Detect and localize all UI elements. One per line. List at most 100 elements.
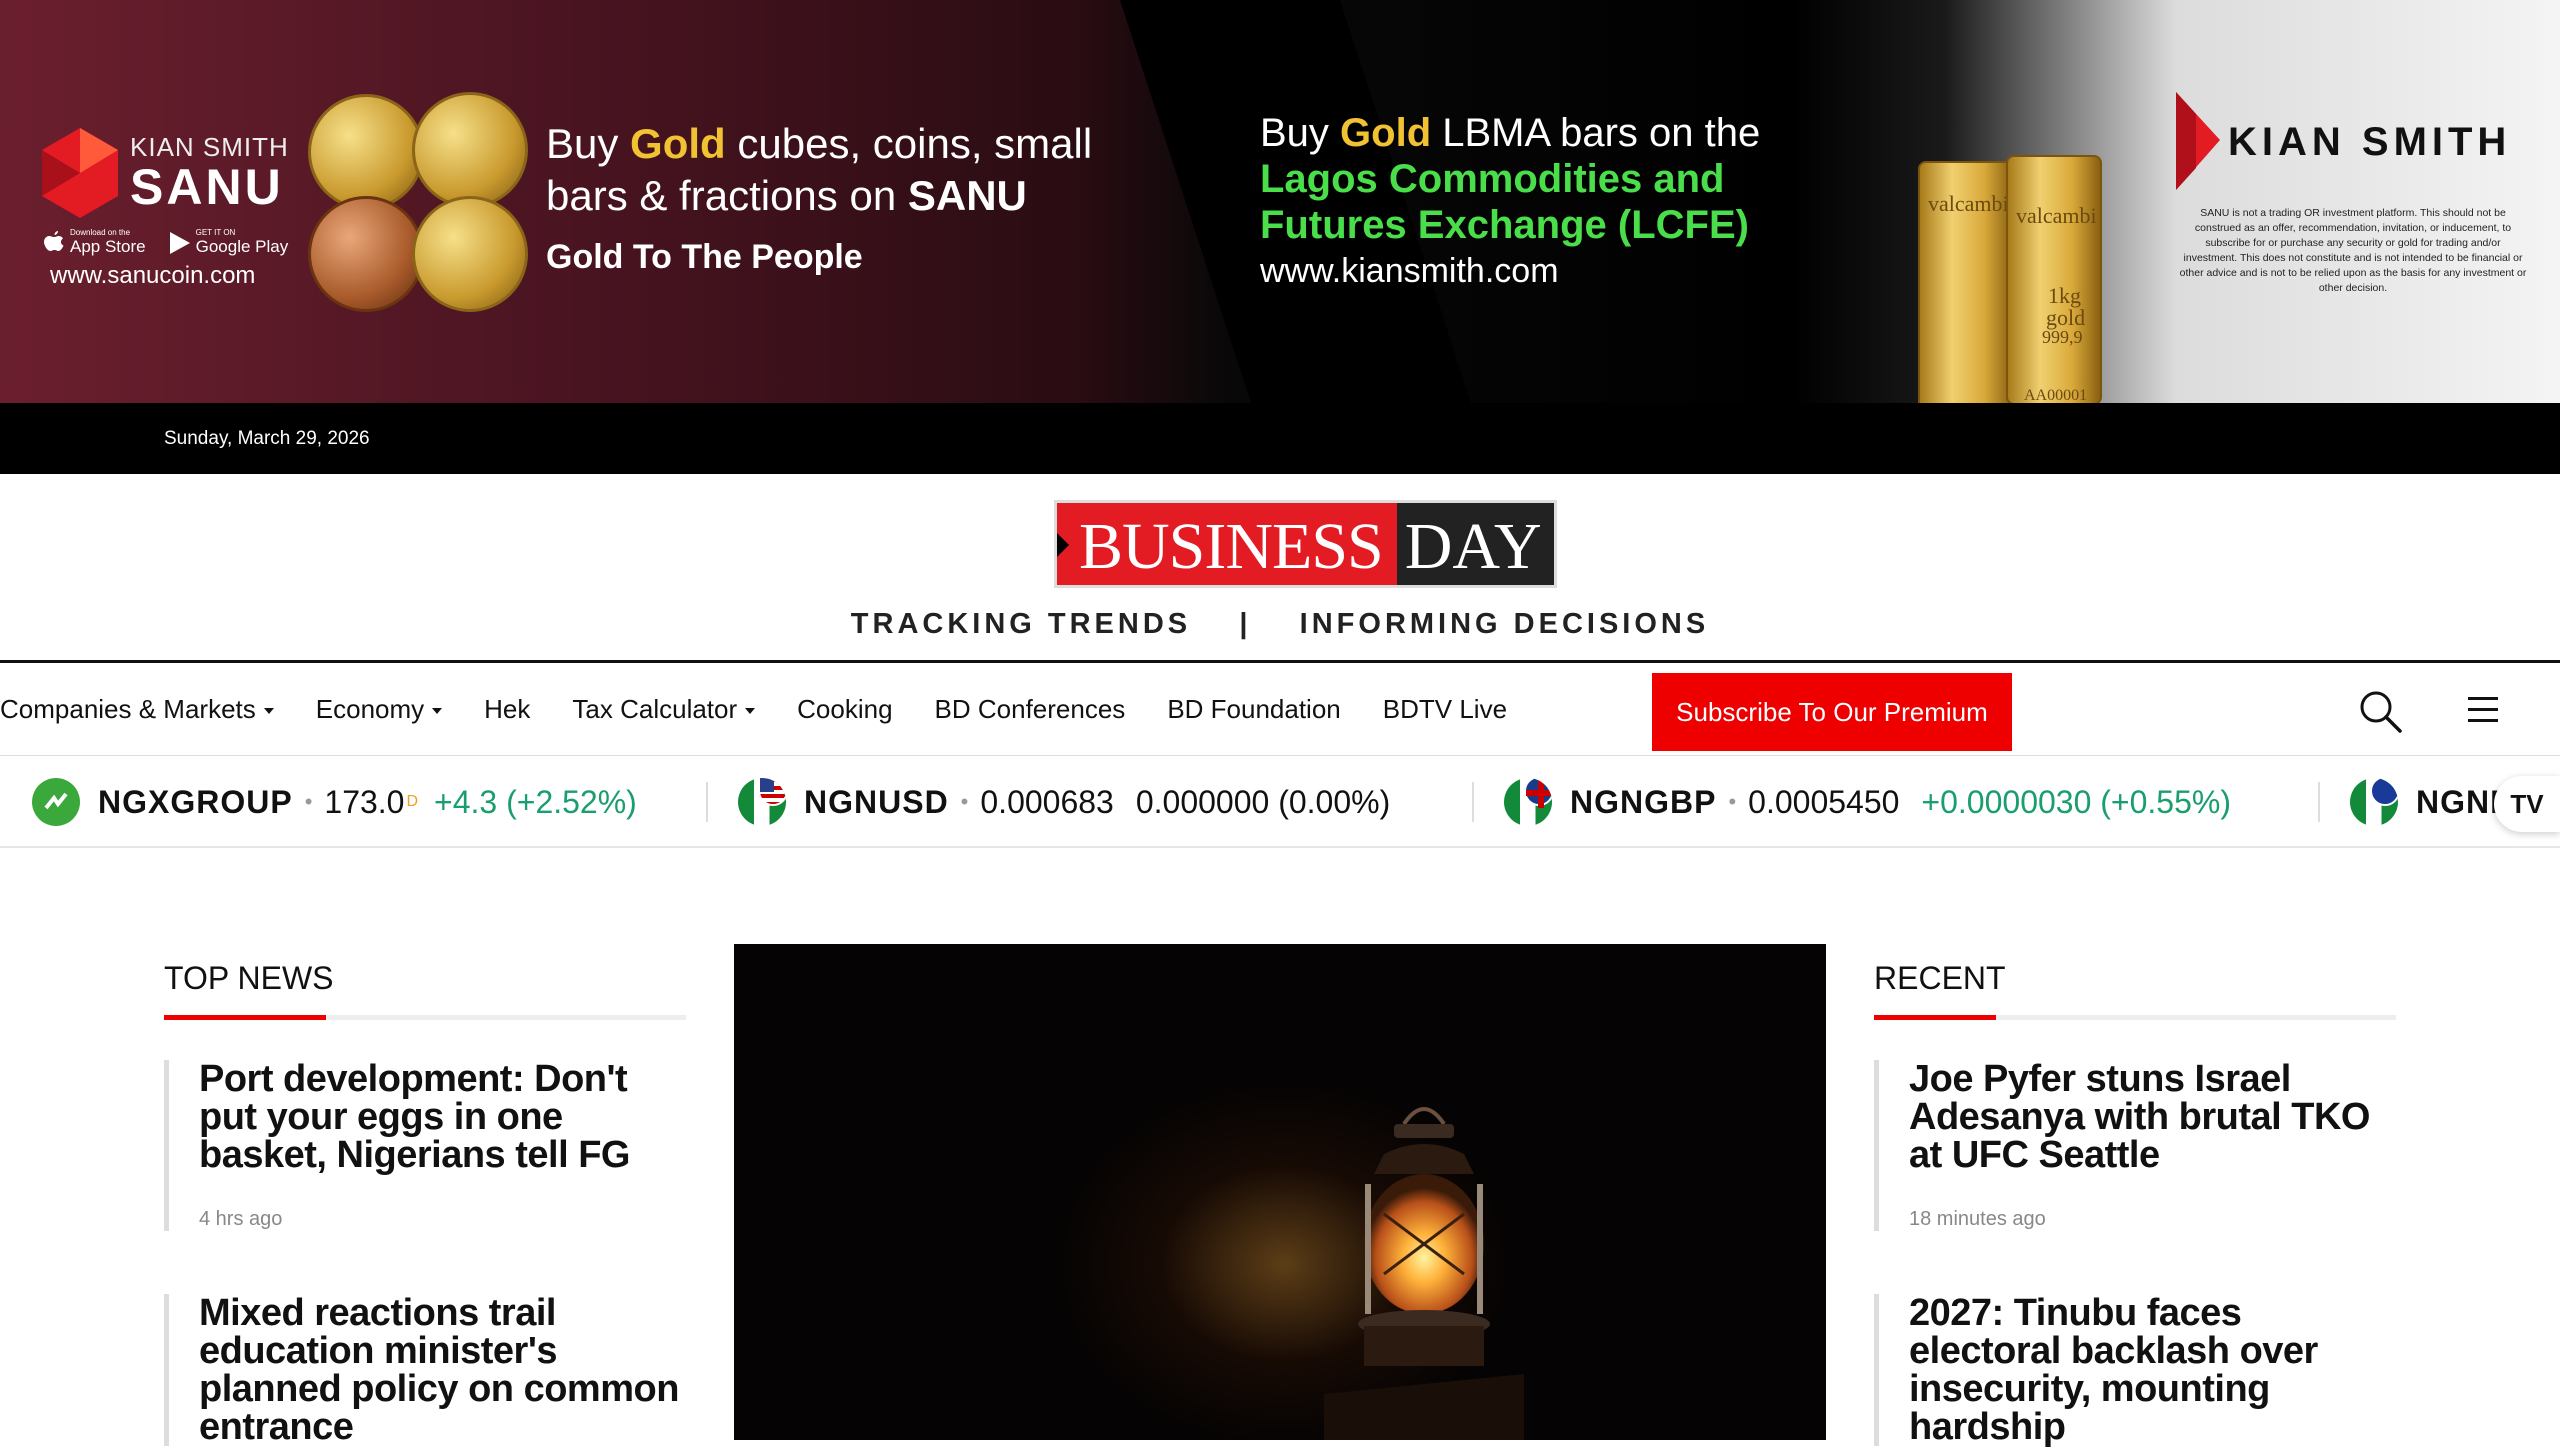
ticker-symbol: NGNGBP [1570, 783, 1717, 820]
ticker-change: +0.0000030 (+0.55%) [1921, 783, 2231, 820]
ad-text-gold: Gold [1340, 111, 1432, 155]
ticker-separator [706, 782, 708, 822]
gold-bar: valcambi 1kg gold 999,9 AA00001 [2006, 155, 2102, 403]
ad-text-gold: Gold [630, 120, 726, 167]
logo-day: DAY [1396, 503, 1554, 585]
ad-text-green: Lagos Commodities and [1260, 157, 1725, 201]
businessday-logo[interactable]: BUSINESS DAY [1054, 500, 1557, 588]
ticker-dot: • [304, 789, 313, 814]
ticker-separator [2318, 782, 2320, 822]
search-icon[interactable] [2358, 689, 2402, 733]
ad-url: www.kiansmith.com [1260, 252, 1559, 290]
story-title[interactable]: 2027: Tinubu faces electoral backlash ov… [1909, 1294, 2396, 1446]
ad-text: Buy [1260, 111, 1341, 155]
app-store-label: App Store [70, 237, 146, 256]
story-time: 18 minutes ago [1909, 1208, 2046, 1230]
ad-banner[interactable]: KIAN SMITH SANU Download on the App Stor… [0, 0, 2560, 403]
ticker-item[interactable]: NGXGROUP • 173.0 D +4.3 (+2.52%) [32, 756, 637, 846]
sanu-logo-icon [42, 128, 118, 218]
recent-rule [1874, 1015, 2396, 1020]
coin-image [308, 94, 424, 210]
nav-item-cooking[interactable]: Cooking [797, 694, 892, 725]
nigeria-usa-flag-icon [738, 778, 786, 826]
ticker-price: 173.0 [324, 783, 405, 820]
recent-story[interactable]: 2027: Tinubu faces electoral backlash ov… [1874, 1294, 2396, 1446]
apple-icon [44, 230, 64, 251]
recent-story[interactable]: Joe Pyfer stuns Israel Adesanya with bru… [1874, 1060, 2396, 1231]
google-play-icon [169, 231, 190, 254]
kian-smith-logo-icon [2176, 92, 2220, 190]
masthead-tagline: TRACKING TRENDS | INFORMING DECISIONS [850, 608, 1710, 640]
nav-item-tax-calculator[interactable]: Tax Calculator [572, 694, 756, 725]
nav-item-hek[interactable]: Hek [484, 694, 530, 725]
gold-coins-image [304, 92, 534, 314]
store-badges: Download on the App Store GET IT ON Goog… [44, 228, 288, 257]
nav-label: Companies & Markets [0, 694, 256, 724]
hero-image[interactable] [734, 944, 1826, 1440]
top-news-story[interactable]: Mixed reactions trail education minister… [164, 1294, 686, 1446]
subscribe-button[interactable]: Subscribe To Our Premium [1652, 673, 2012, 751]
gold-bar-text: valcambi [2016, 203, 2097, 228]
nav-item-bd-conferences[interactable]: BD Conferences [935, 694, 1126, 725]
ad-text: LBMA bars on the [1431, 111, 1761, 155]
logo-business: BUSINESS [1057, 503, 1397, 585]
chevron-down-icon [432, 708, 443, 715]
ticker-item[interactable]: NGNUSD • 0.000683 0.000000 (0.00%) [738, 756, 1391, 846]
nav-item-bd-foundation[interactable]: BD Foundation [1167, 694, 1340, 725]
ticker-dot: • [960, 789, 969, 814]
story-title[interactable]: Port development: Don't put your eggs in… [199, 1060, 686, 1174]
ticker-price: 0.0005450 [1748, 783, 1900, 820]
nav-item-companies-markets[interactable]: Companies & Markets [0, 694, 274, 725]
app-store-pre: Download on the [70, 228, 131, 237]
nigeria-uk-flag-icon [1504, 778, 1552, 826]
ad-headline-lcfe: Buy Gold LBMA bars on the Lagos Commodit… [1260, 110, 1760, 294]
sanu-url: www.sanucoin.com [50, 262, 256, 289]
hamburger-menu-icon[interactable] [2468, 697, 2498, 723]
top-news-story[interactable]: Port development: Don't put your eggs in… [164, 1060, 686, 1231]
main-nav: Companies & Markets Economy Hek Tax Calc… [0, 660, 2560, 756]
ticker-flag: D [406, 793, 419, 810]
gold-bar-text: valcambi [1928, 191, 2009, 216]
story-title[interactable]: Mixed reactions trail education minister… [199, 1294, 686, 1446]
sanu-brand-big: SANU [130, 159, 284, 215]
top-news-heading: TOP NEWS [164, 960, 334, 996]
ad-disclaimer: SANU is not a trading OR investment plat… [2179, 207, 2527, 294]
chevron-down-icon [263, 708, 274, 715]
google-play-pre: GET IT ON [195, 228, 236, 237]
app-store-badge[interactable]: Download on the App Store [44, 228, 146, 257]
nav-label: BD Foundation [1167, 694, 1341, 724]
ticker-symbol: NGNUSD [804, 783, 949, 820]
ad-text: bars & fractions on [546, 172, 908, 219]
nav-item-economy[interactable]: Economy [316, 694, 443, 725]
current-date: Sunday, March 29, 2026 [164, 428, 370, 449]
ticker-change: 0.000000 (0.00%) [1135, 783, 1391, 820]
nigeria-eu-flag-icon [2350, 778, 2398, 826]
ticker-dot: • [1728, 789, 1737, 814]
nav-label: BD Conferences [934, 694, 1126, 724]
ngx-logo-icon [32, 778, 80, 826]
google-play-badge[interactable]: GET IT ON Google Play [169, 228, 289, 257]
ticker-item[interactable]: NGNGBP • 0.0005450 +0.0000030 (+0.55%) [1504, 756, 2231, 846]
chevron-down-icon [745, 708, 756, 715]
coin-image [308, 196, 424, 312]
tradingview-icon[interactable]: TV [2494, 776, 2560, 832]
ticker-symbol: NGXGROUP [98, 783, 293, 820]
ticker-item[interactable]: NGNE [2350, 756, 2512, 846]
top-news-rule [164, 1015, 686, 1020]
story-title[interactable]: Joe Pyfer stuns Israel Adesanya with bru… [1909, 1060, 2396, 1174]
gold-bar-text: 999,9 [2042, 327, 2083, 347]
story-time: 4 hrs ago [199, 1208, 283, 1230]
nav-label: Hek [484, 694, 531, 724]
gold-bar-text: AA00001 [2024, 387, 2088, 403]
ad-text-bold: SANU [907, 172, 1027, 219]
date-bar: Sunday, March 29, 2026 [0, 403, 2560, 474]
google-play-label: Google Play [195, 237, 289, 256]
ticker-separator [1472, 782, 1474, 822]
recent-heading: RECENT [1874, 960, 2006, 996]
nav-label: Cooking [797, 694, 893, 724]
nav-label: Tax Calculator [572, 694, 738, 724]
nav-item-bdtv-live[interactable]: BDTV Live [1383, 694, 1507, 725]
nav-items: Companies & Markets Economy Hek Tax Calc… [0, 663, 1549, 756]
ad-text: Buy [546, 120, 631, 167]
kian-smith-name: KIAN SMITH [2228, 120, 2512, 164]
